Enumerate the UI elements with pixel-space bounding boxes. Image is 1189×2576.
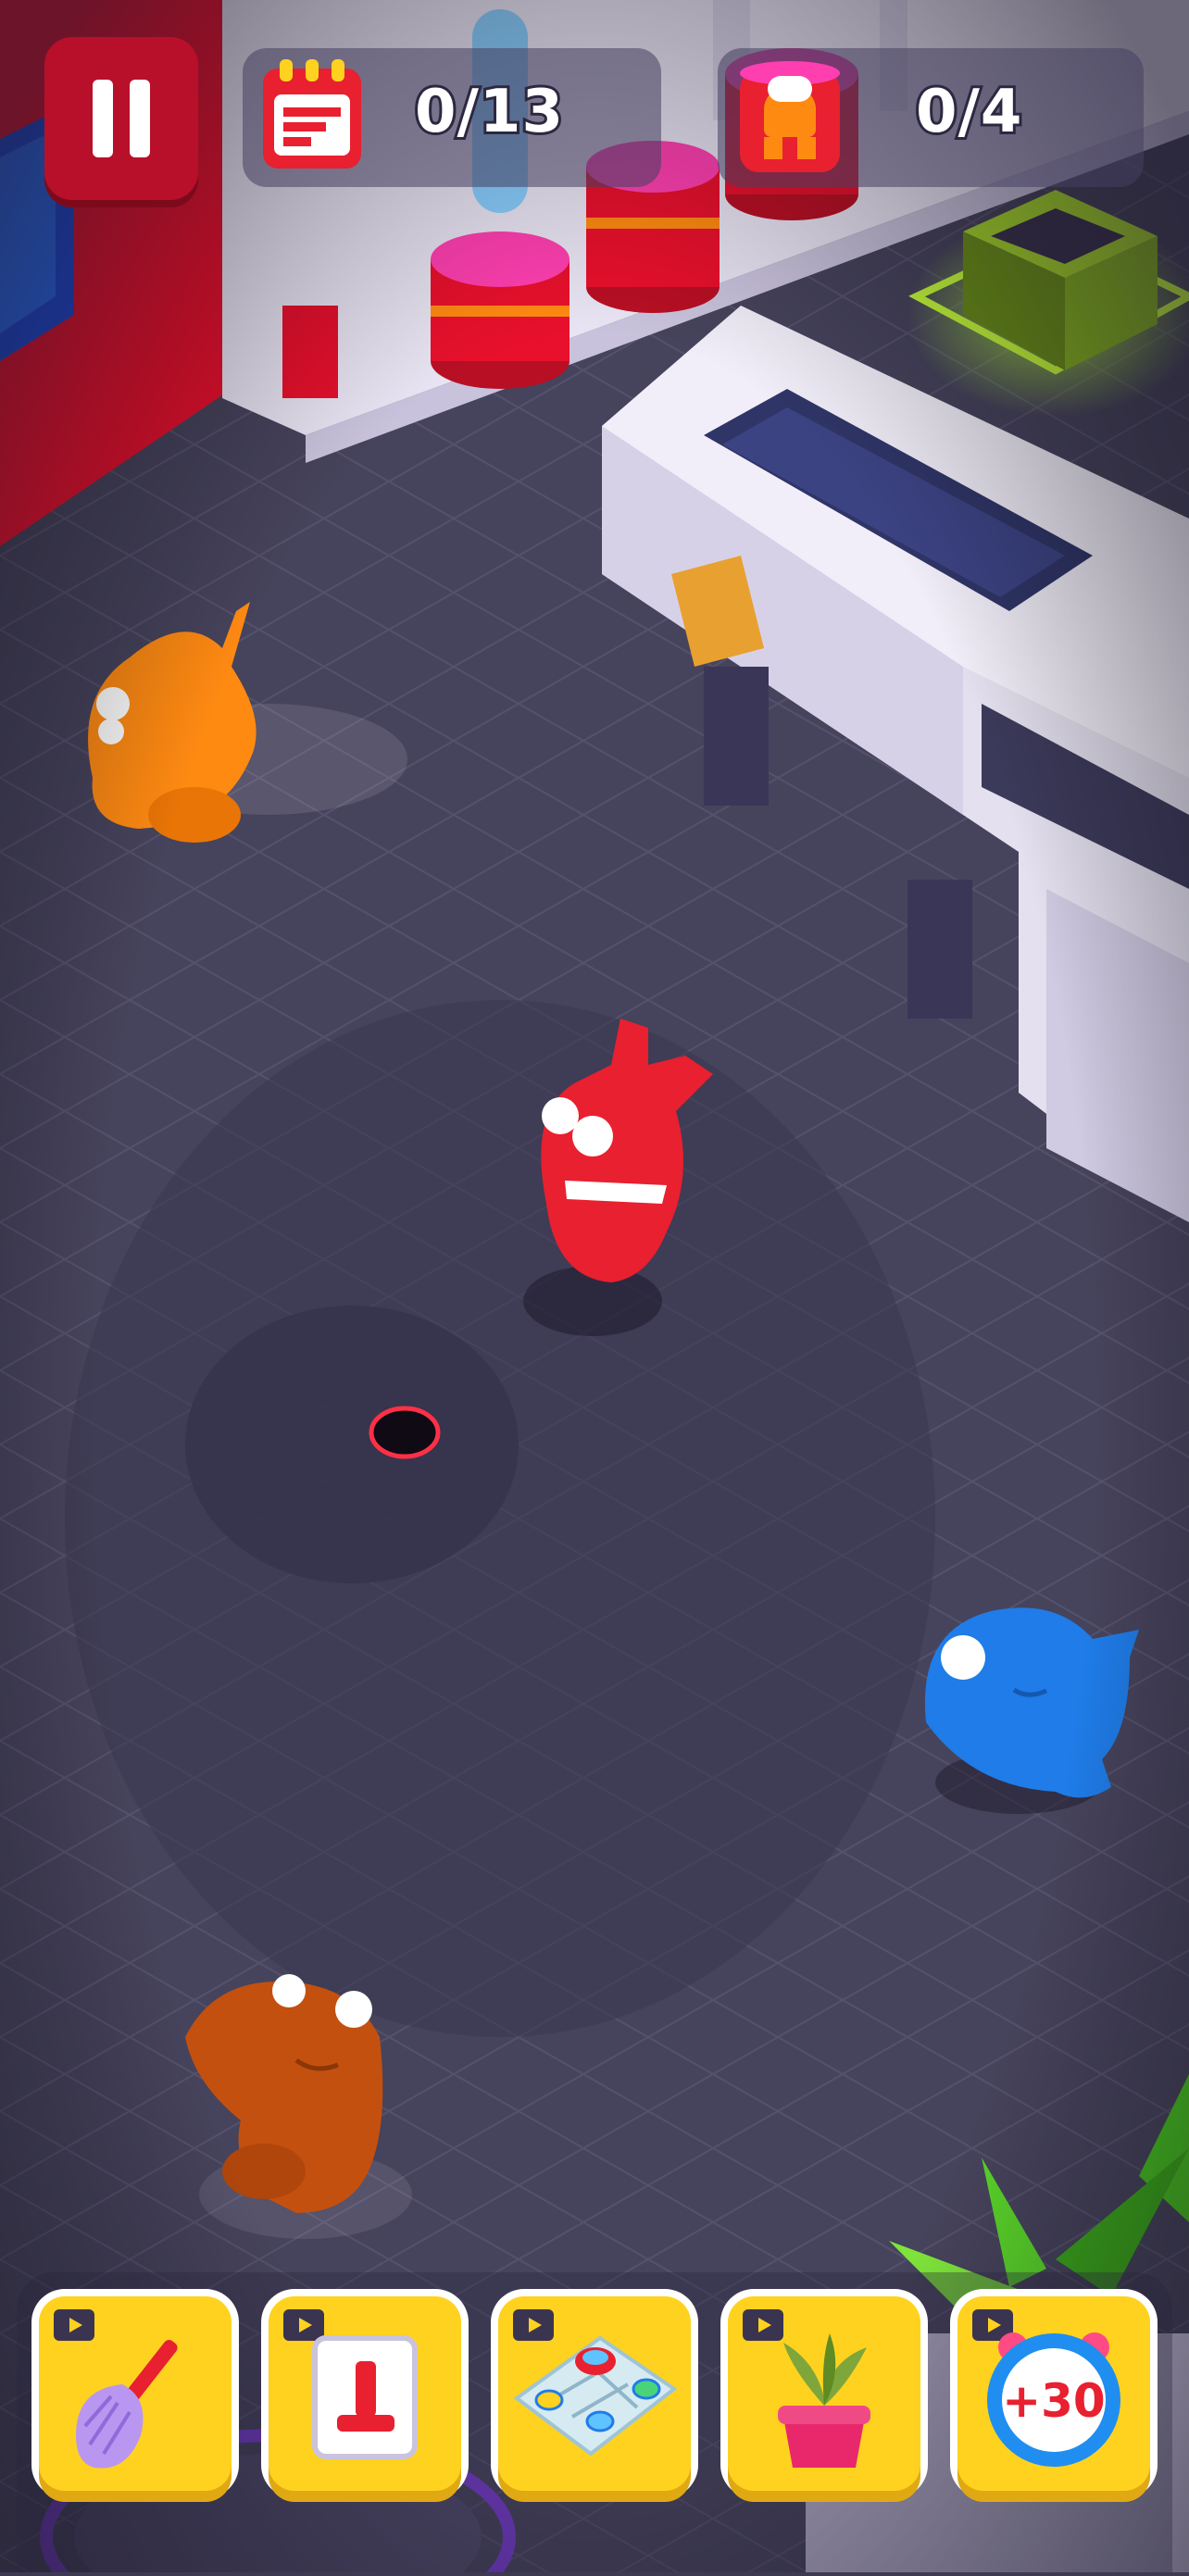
feather-duster-icon [76,2340,178,2469]
pause-button[interactable] [44,37,198,200]
character-cup-icon [727,54,853,183]
map-icon [513,2335,678,2457]
pause-icon-bar [130,80,150,157]
game-scene[interactable] [0,0,1189,2576]
feather-duster-button[interactable] [39,2296,232,2491]
calendar-list-icon [263,59,361,169]
rescued-count: 0/4 [913,75,1024,149]
game-world [0,0,1189,2576]
map-button[interactable] [498,2296,691,2491]
vignette [0,0,1189,2572]
time-bonus-button[interactable]: +30 [957,2296,1150,2491]
potted-plant-button[interactable] [728,2296,920,2491]
rescued-counter-panel: 0/4 [718,48,1144,187]
tasks-counter-panel: 0/13 [243,48,661,187]
time-bonus-label: +30 [1002,2374,1106,2428]
potted-plant-icon [778,2333,870,2468]
tasks-count: 0/13 [412,75,566,149]
pause-icon [93,80,113,157]
switch-icon [312,2335,418,2459]
switch-button[interactable] [269,2296,461,2491]
